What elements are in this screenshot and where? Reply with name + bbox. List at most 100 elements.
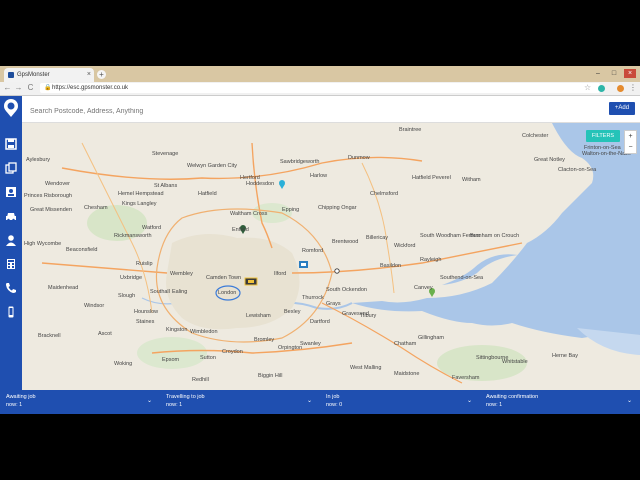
map-label: Harlow	[310, 173, 328, 179]
map-label: Hoddesdon	[246, 181, 275, 187]
chevron-down-icon[interactable]: ⌄	[627, 397, 632, 404]
chevron-down-icon[interactable]: ⌄	[467, 397, 472, 404]
map-label: Windsor	[84, 303, 105, 309]
copy-icon[interactable]	[4, 162, 18, 176]
browser-tab[interactable]: GpsMonster ×	[4, 68, 94, 82]
bookmark-star-icon[interactable]: ☆	[584, 83, 591, 93]
close-window-button[interactable]: ×	[624, 69, 636, 78]
user-icon[interactable]	[4, 234, 18, 248]
map-label: Welwyn Garden City	[187, 163, 238, 169]
map-label: Ilford	[274, 271, 287, 277]
save-icon[interactable]	[4, 138, 18, 152]
status-in-job[interactable]: In job now: 0 ⌄	[320, 393, 480, 411]
map-label: Chelmsford	[370, 191, 399, 197]
map-label: Tilbury	[360, 313, 377, 319]
map-label: Southall	[150, 289, 170, 295]
map-label: Wimbledon	[190, 329, 218, 335]
map-label: Camden Town	[206, 275, 242, 281]
map-label: Ealing	[172, 289, 188, 295]
map-label: Wendover	[45, 181, 70, 187]
map-label: Staines	[136, 319, 155, 325]
contact-card-icon[interactable]	[4, 186, 18, 200]
map-label: High Wycombe	[24, 241, 62, 247]
car-icon[interactable]	[4, 210, 18, 224]
status-label: Travelling to job	[166, 394, 205, 400]
chevron-down-icon[interactable]: ⌄	[147, 397, 152, 404]
status-label: Awaiting confirmation	[486, 394, 539, 400]
map-label: Orpington	[278, 345, 303, 351]
status-awaiting-confirmation[interactable]: Awaiting confirmation now: 1 ⌄	[480, 393, 640, 411]
map-label: Great Missenden	[30, 207, 72, 213]
search-input[interactable]	[28, 104, 592, 118]
phone-icon[interactable]	[4, 282, 18, 296]
map-label: Bexley	[284, 309, 301, 315]
map-label: Wickford	[394, 243, 416, 249]
map-label: Southend-on-Sea	[440, 275, 484, 281]
map-label: Biggin Hill	[258, 373, 283, 379]
map-label: Beaconsfield	[66, 247, 98, 253]
zoom-control: + −	[624, 130, 637, 154]
map-label: Gillingham	[418, 335, 444, 341]
map-label: Maidenhead	[48, 285, 79, 291]
map-label: Great Notley	[534, 157, 565, 163]
map-label: Clacton-on-Sea	[558, 167, 597, 173]
map-label: Whitstable	[502, 359, 528, 365]
tab-close-icon[interactable]: ×	[87, 68, 91, 82]
map-label: Grays	[326, 301, 341, 307]
lock-icon: 🔒	[44, 85, 52, 91]
zoom-out-button[interactable]: −	[625, 142, 636, 153]
map-label: Witham	[462, 177, 481, 183]
maximize-button[interactable]: □	[608, 69, 620, 78]
url-field[interactable]: 🔒 https://esc.gpsmonster.co.uk	[40, 83, 600, 93]
map-label: Bracknell	[38, 333, 61, 339]
status-count: now: 1	[166, 402, 183, 408]
menu-icon[interactable]: ⋮	[629, 83, 637, 93]
map-label: Romford	[302, 248, 324, 254]
zoom-in-button[interactable]: +	[625, 131, 636, 142]
map-label: Uxbridge	[120, 275, 143, 281]
map-label: Rickmansworth	[114, 233, 152, 239]
map-label: Ascot	[98, 331, 112, 337]
map-label: Lewisham	[246, 313, 271, 319]
map-label: Hemel Hempstead	[118, 191, 164, 197]
mobile-icon[interactable]	[4, 306, 18, 320]
extension-icon[interactable]	[598, 85, 605, 92]
map-label: Waltham Cross	[230, 211, 268, 217]
map-label: St Albans	[154, 183, 178, 189]
status-label: Awaiting job	[6, 394, 36, 400]
status-awaiting-job[interactable]: Awaiting job now: 1 ⌄	[0, 393, 160, 411]
reload-button[interactable]: C	[26, 83, 35, 93]
status-travelling-to-job[interactable]: Travelling to job now: 1 ⌄	[160, 393, 320, 411]
sidebar	[0, 96, 22, 390]
map-label: Faversham	[452, 375, 480, 381]
calculator-icon[interactable]	[4, 258, 18, 272]
status-count: now: 1	[6, 402, 23, 408]
map-label: Croydon	[222, 349, 243, 355]
map-label: Dunmow	[348, 155, 370, 161]
map[interactable]: Braintree Dunmow Aylesbury Stevenage Wel…	[22, 123, 640, 390]
add-button[interactable]: +Add	[609, 102, 635, 115]
map-label: Herne Bay	[552, 353, 578, 359]
status-count: now: 0	[326, 402, 343, 408]
map-label: Hatfield	[198, 191, 217, 197]
map-label: Redhill	[192, 377, 209, 383]
map-label: Kings Langley	[122, 201, 157, 207]
map-label: Princes Risborough	[24, 193, 72, 199]
map-label: Epsom	[162, 357, 180, 363]
forward-button[interactable]: →	[14, 83, 23, 93]
filters-button[interactable]: FILTERS	[586, 130, 620, 142]
map-label: Maidstone	[394, 371, 420, 377]
gps-monster-logo	[4, 99, 18, 117]
map-label: Kingston	[166, 327, 188, 333]
chevron-down-icon[interactable]: ⌄	[307, 397, 312, 404]
map-label: Chipping Ongar	[318, 205, 357, 211]
map-label: Chesham	[84, 205, 108, 211]
back-button[interactable]: ←	[3, 83, 12, 93]
url-text: https://esc.gpsmonster.co.uk	[52, 85, 129, 91]
map-label: Stevenage	[152, 151, 179, 157]
status-count: now: 1	[486, 402, 503, 408]
map-label: Woking	[114, 361, 133, 367]
new-tab-button[interactable]: +	[97, 70, 106, 79]
minimize-button[interactable]: –	[592, 69, 604, 78]
profile-icon[interactable]	[617, 85, 624, 92]
